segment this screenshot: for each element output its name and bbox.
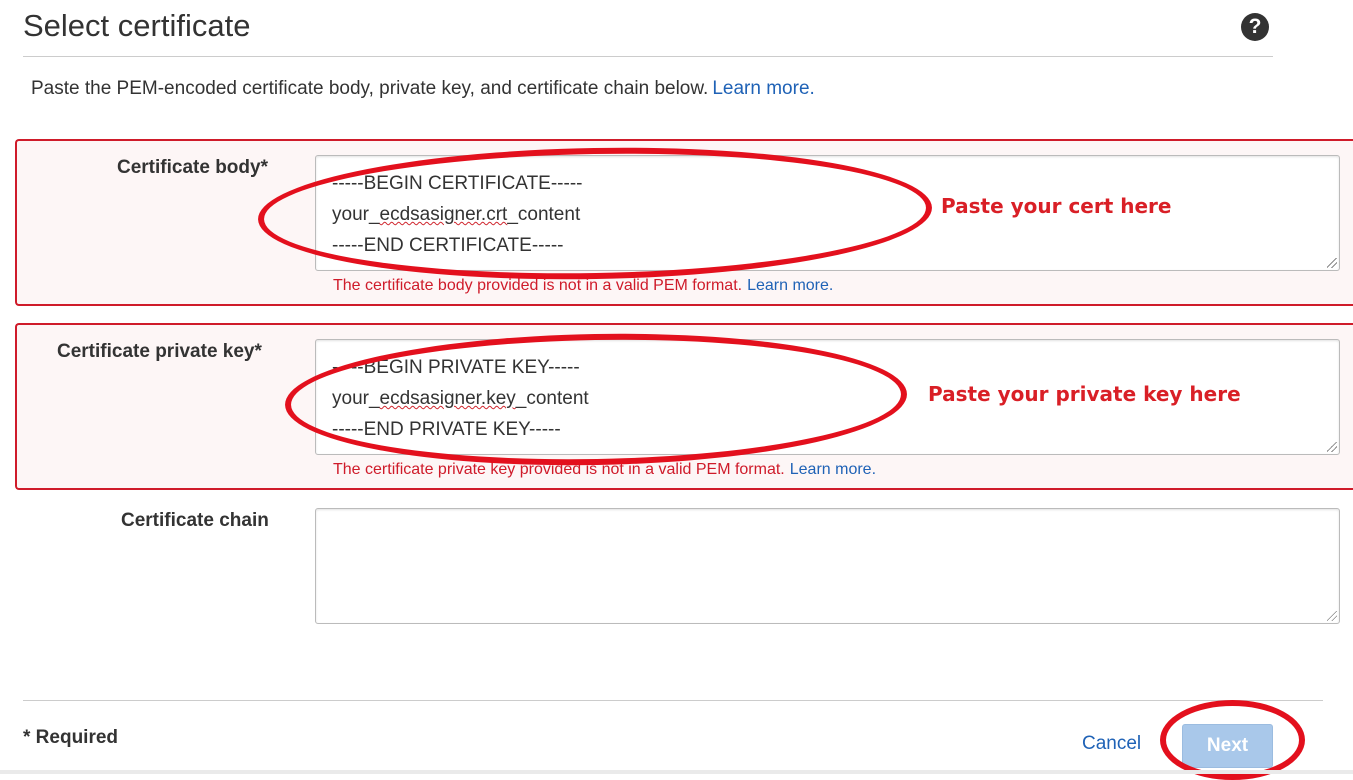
footer-divider (23, 700, 1323, 701)
intro-learn-more-link[interactable]: Learn more. (712, 78, 814, 99)
annotation-key-text: Paste your private key here (928, 382, 1241, 406)
required-note: * Required (23, 727, 119, 748)
cancel-button[interactable]: Cancel (1082, 733, 1141, 755)
intro-description: Paste the PEM-encoded certificate body, … (31, 78, 709, 99)
question-circle-icon[interactable]: ? (1241, 13, 1269, 41)
footer-strip (0, 770, 1353, 774)
page-title: Select certificate (23, 8, 251, 43)
certificate-chain-textarea[interactable] (315, 508, 1340, 624)
resize-handle-icon[interactable] (1327, 442, 1337, 452)
annotation-oval-next (1160, 700, 1305, 780)
resize-handle-icon[interactable] (1327, 611, 1337, 621)
resize-handle-icon[interactable] (1327, 258, 1337, 268)
intro-text: Paste the PEM-encoded certificate body, … (31, 78, 815, 100)
certificate-body-label: Certificate body* (117, 157, 268, 178)
private-key-label: Certificate private key* (57, 341, 262, 362)
certificate-chain-label: Certificate chain (121, 510, 269, 531)
error-learn-more-link[interactable]: Learn more. (747, 277, 833, 294)
error-learn-more-link[interactable]: Learn more. (790, 461, 876, 478)
title-divider (23, 56, 1273, 57)
annotation-cert-text: Paste your cert here (941, 194, 1172, 218)
certificate-body-error: The certificate body provided is not in … (333, 277, 834, 294)
